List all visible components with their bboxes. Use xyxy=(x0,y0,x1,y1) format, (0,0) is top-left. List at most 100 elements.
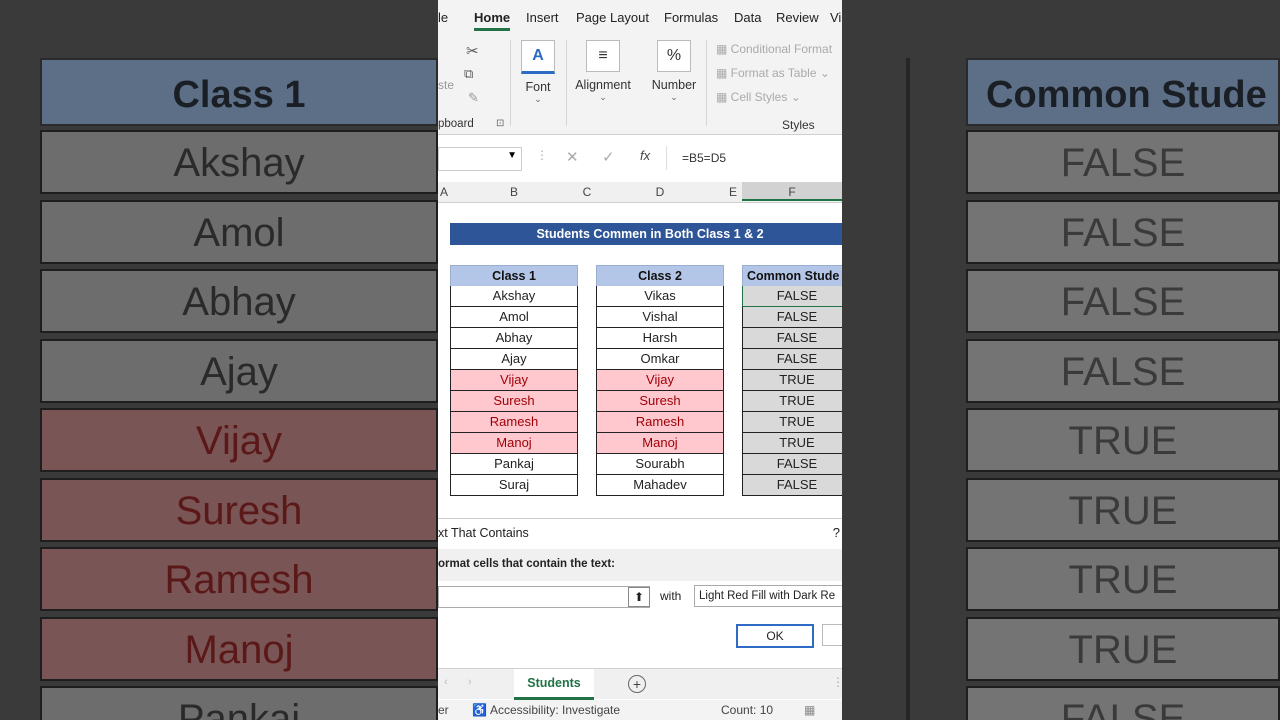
tab-formulas[interactable]: Formulas xyxy=(664,10,718,25)
bg-right-cell: FALSE xyxy=(966,199,1280,264)
common-cell[interactable]: TRUE xyxy=(742,412,842,433)
class1-column: Class 1 Akshay Amol Abhay Ajay Vijay Sur… xyxy=(450,265,578,496)
help-button[interactable]: ? xyxy=(833,525,840,540)
common-cell[interactable]: FALSE xyxy=(742,349,842,370)
dialog-launcher-icon[interactable]: ⊡ xyxy=(496,118,504,129)
tab-home[interactable]: Home xyxy=(474,10,511,31)
common-header[interactable]: Common Stude xyxy=(742,265,842,286)
alignment-label: Alignment xyxy=(575,78,631,92)
class2-cell[interactable]: Sourabh xyxy=(596,454,724,475)
common-cell[interactable]: FALSE xyxy=(742,328,842,349)
class1-cell[interactable]: Ramesh xyxy=(450,412,578,433)
add-sheet-button[interactable]: + xyxy=(628,675,646,693)
copy-icon[interactable]: ⧉ xyxy=(464,66,473,82)
column-header-e[interactable]: E xyxy=(724,185,742,199)
ribbon: ✂ ⧉ ✎ ste pboard ⊡ A Font ⌄ ≡ Alignment … xyxy=(438,36,842,135)
enter-icon[interactable]: ✓ xyxy=(602,148,615,166)
column-header-a[interactable]: A xyxy=(438,185,450,199)
class2-cell[interactable]: Omkar xyxy=(596,349,724,370)
bg-right-cell: TRUE xyxy=(966,408,1280,472)
bg-left-cell: Akshay xyxy=(40,130,438,194)
prev-sheet-icon[interactable]: ‹ xyxy=(444,676,448,688)
column-header-c[interactable]: C xyxy=(578,185,596,199)
cell-styles-label: Cell Styles xyxy=(730,90,788,104)
cell-styles-button[interactable]: ▦ Cell Styles ⌄ xyxy=(716,90,801,104)
class1-cell[interactable]: Manoj xyxy=(450,433,578,454)
format-painter-icon[interactable]: ✎ xyxy=(468,90,479,106)
column-header-b[interactable]: B xyxy=(450,185,578,199)
excel-window: le Home Insert Page Layout Formulas Data… xyxy=(438,0,842,720)
column-headers: A B C D E F xyxy=(438,182,842,203)
common-cell[interactable]: FALSE xyxy=(742,307,842,328)
next-sheet-icon[interactable]: › xyxy=(468,676,472,688)
class1-cell[interactable]: Akshay xyxy=(450,286,578,307)
class1-header[interactable]: Class 1 xyxy=(450,265,578,286)
class2-cell[interactable]: Suresh xyxy=(596,391,724,412)
class2-header[interactable]: Class 2 xyxy=(596,265,724,286)
class1-cell[interactable]: Pankaj xyxy=(450,454,578,475)
ok-button[interactable]: OK xyxy=(736,624,814,648)
bg-left-cell: Suresh xyxy=(40,477,438,542)
table-icon: ▦ xyxy=(716,66,731,80)
common-cell[interactable]: FALSE xyxy=(742,475,842,496)
tab-data[interactable]: Data xyxy=(734,10,761,25)
class1-cell[interactable]: Suraj xyxy=(450,475,578,496)
tab-page-layout[interactable]: Page Layout xyxy=(576,10,649,25)
font-group[interactable]: A Font ⌄ xyxy=(518,40,558,105)
column-header-f[interactable]: F xyxy=(742,182,842,201)
bg-right-cell: FALSE xyxy=(966,338,1280,403)
class1-cell[interactable]: Ajay xyxy=(450,349,578,370)
number-group[interactable]: % Number ⌄ xyxy=(648,40,700,103)
common-cell[interactable]: TRUE xyxy=(742,370,842,391)
class2-cell[interactable]: Mahadev xyxy=(596,475,724,496)
bg-right-cell: TRUE xyxy=(966,547,1280,611)
with-label: with xyxy=(660,589,682,603)
common-cell[interactable]: TRUE xyxy=(742,433,842,454)
common-column: Common Stude FALSE FALSE FALSE FALSE TRU… xyxy=(742,265,842,496)
cancel-icon[interactable]: ✕ xyxy=(566,148,579,166)
normal-view-icon[interactable]: ▦ xyxy=(804,703,815,717)
column-header-d[interactable]: D xyxy=(596,185,724,199)
class1-cell[interactable]: Vijay xyxy=(450,370,578,391)
name-box[interactable]: ▼ xyxy=(438,147,522,171)
bg-right-cell: FALSE xyxy=(966,130,1280,194)
range-select-icon[interactable]: ⬆ xyxy=(628,587,650,607)
class2-cell[interactable]: Vijay xyxy=(596,370,724,391)
cut-icon[interactable]: ✂ xyxy=(466,42,479,60)
conditional-formatting-icon: ▦ xyxy=(716,42,731,56)
clipboard-label: pboard xyxy=(438,118,474,130)
alignment-group[interactable]: ≡ Alignment ⌄ xyxy=(572,40,634,103)
bg-left-header: Class 1 xyxy=(40,58,438,126)
class2-cell[interactable]: Ramesh xyxy=(596,412,724,433)
function-icon[interactable]: fx xyxy=(640,148,650,163)
class2-cell[interactable]: Manoj xyxy=(596,433,724,454)
class2-cell[interactable]: Vishal xyxy=(596,307,724,328)
class1-cell[interactable]: Suresh xyxy=(450,391,578,412)
bg-left-cell: Vijay xyxy=(40,408,438,472)
common-cell[interactable]: FALSE xyxy=(742,286,842,307)
tab-insert[interactable]: Insert xyxy=(526,10,559,25)
format-select[interactable]: Light Red Fill with Dark Re xyxy=(694,585,842,607)
percent-icon: % xyxy=(657,40,691,72)
tab-view[interactable]: Vi xyxy=(830,10,841,25)
formula-input[interactable]: =B5=D5 xyxy=(682,151,726,165)
common-cell[interactable]: FALSE xyxy=(742,454,842,475)
text-input[interactable] xyxy=(438,586,650,608)
conditional-formatting-button[interactable]: ▦ Conditional Format xyxy=(716,42,832,56)
format-as-table-button[interactable]: ▦ Format as Table ⌄ xyxy=(716,66,830,80)
common-cell[interactable]: TRUE xyxy=(742,391,842,412)
class1-cell[interactable]: Amol xyxy=(450,307,578,328)
tab-file[interactable]: le xyxy=(438,10,448,25)
tab-review[interactable]: Review xyxy=(776,10,819,25)
class2-cell[interactable]: Harsh xyxy=(596,328,724,349)
sheet-tab-students[interactable]: Students xyxy=(514,669,594,700)
accessibility-status[interactable]: Accessibility: Investigate xyxy=(490,703,620,717)
class2-column: Class 2 Vikas Vishal Harsh Omkar Vijay S… xyxy=(596,265,724,496)
paste-label[interactable]: ste xyxy=(438,78,454,92)
class1-cell[interactable]: Abhay xyxy=(450,328,578,349)
sheet-title[interactable]: Students Commen in Both Class 1 & 2 xyxy=(450,223,842,245)
cancel-button[interactable] xyxy=(822,624,842,646)
bg-right-header: Common Stude xyxy=(966,58,1280,126)
ribbon-divider xyxy=(510,40,511,126)
class2-cell[interactable]: Vikas xyxy=(596,286,724,307)
